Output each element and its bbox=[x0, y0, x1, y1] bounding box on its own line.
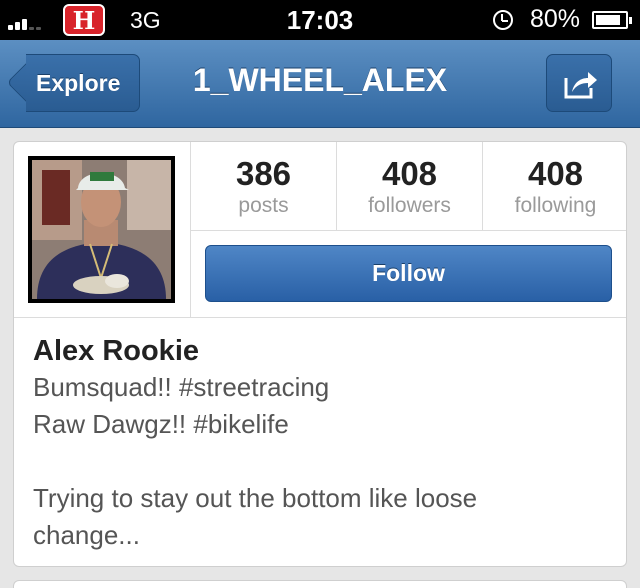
profile-photo bbox=[32, 160, 171, 299]
view-toggle-bar bbox=[13, 580, 627, 588]
stat-posts[interactable]: 386 posts bbox=[191, 142, 336, 230]
share-icon bbox=[564, 72, 597, 99]
header-divider-horizontal bbox=[14, 317, 626, 318]
back-button-explore[interactable]: Explore bbox=[6, 53, 140, 112]
bio-line: change... bbox=[33, 520, 140, 550]
battery-icon bbox=[592, 11, 632, 29]
stat-count: 408 bbox=[527, 155, 584, 192]
bio-line: Trying to stay out the bottom like loose bbox=[33, 483, 478, 513]
back-button-label: Explore bbox=[36, 70, 121, 96]
profile-name: Alex Rookie bbox=[33, 335, 199, 367]
share-button[interactable] bbox=[546, 54, 612, 112]
stat-label: following bbox=[514, 194, 597, 217]
page-title: 1_WHEEL_ALEX bbox=[192, 62, 448, 98]
stats-row: 386 posts 408 followers 408 following bbox=[191, 142, 626, 231]
stat-following[interactable]: 408 following bbox=[482, 142, 626, 230]
bio-line: Bumsquad!! #streetracing bbox=[33, 372, 330, 402]
bio-line: Raw Dawgz!! #bikelife bbox=[33, 409, 289, 439]
avatar[interactable] bbox=[28, 156, 175, 303]
profile-card: 386 posts 408 followers 408 following Fo… bbox=[13, 141, 627, 567]
stat-count: 386 bbox=[235, 155, 292, 192]
follow-button[interactable]: Follow bbox=[205, 245, 612, 302]
stat-label: posts bbox=[238, 194, 289, 217]
battery-percent: 80% bbox=[530, 5, 581, 33]
nav-bar: Explore 1_WHEEL_ALEX bbox=[0, 40, 640, 128]
bio-blank-line bbox=[33, 443, 613, 480]
status-bar: H 3G 17:03 80% bbox=[0, 0, 640, 40]
stat-label: followers bbox=[368, 194, 451, 217]
bio-section: Alex Rookie Bumsquad!! #streetracing Raw… bbox=[33, 333, 613, 554]
alarm-icon bbox=[493, 10, 513, 30]
stat-followers[interactable]: 408 followers bbox=[336, 142, 482, 230]
stat-count: 408 bbox=[381, 155, 438, 192]
